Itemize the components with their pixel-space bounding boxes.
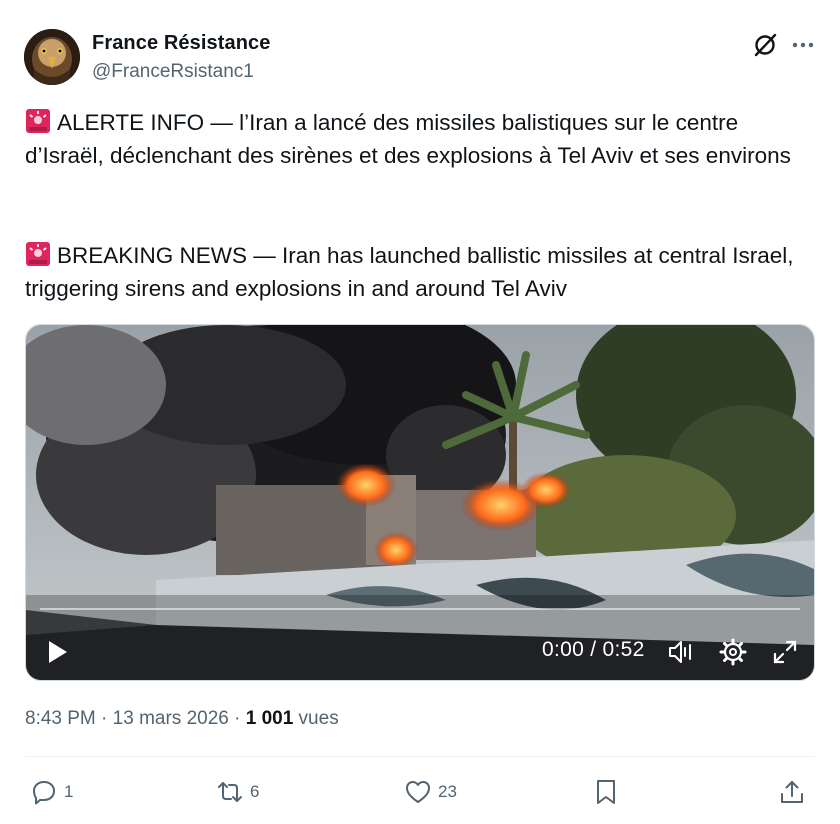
author-handle[interactable]: @FranceRsistanc1: [92, 61, 254, 83]
meta-separator: ·: [228, 708, 246, 729]
bookmark-icon: [597, 780, 615, 804]
post-text-french: ALERTE INFO — l’Iran a lancé des missile…: [25, 106, 815, 172]
post-paragraph-2: BREAKING NEWS — Iran has launched ballis…: [25, 243, 794, 301]
post-paragraph-1: ALERTE INFO — l’Iran a lancé des missile…: [25, 110, 791, 168]
like-count: 23: [438, 782, 457, 801]
settings-button[interactable]: [718, 637, 748, 667]
volume-muted-icon: [669, 641, 691, 663]
share-icon: [781, 781, 803, 803]
views-label: vues: [293, 708, 339, 729]
post-date[interactable]: 13 mars 2026: [113, 708, 229, 729]
siren-icon: [26, 109, 50, 133]
post-text-english: BREAKING NEWS — Iran has launched ballis…: [25, 239, 815, 305]
eagle-avatar-icon: [24, 29, 80, 85]
author-name[interactable]: France Résistance: [92, 32, 270, 55]
heart-icon: [406, 781, 430, 803]
fullscreen-button[interactable]: [770, 637, 800, 667]
repost-count: 6: [250, 782, 260, 801]
repost-icon: [218, 782, 242, 802]
repost-button[interactable]: 6: [216, 777, 259, 807]
reply-count: 1: [64, 782, 74, 801]
fullscreen-icon: [773, 640, 797, 664]
video-frame: [26, 325, 814, 680]
like-button[interactable]: 23: [404, 777, 457, 807]
grok-button[interactable]: [750, 30, 780, 60]
siren-icon: [26, 242, 50, 266]
video-player[interactable]: 0:00 / 0:52: [25, 324, 815, 681]
avatar[interactable]: [24, 29, 80, 85]
divider: [25, 756, 815, 757]
post-meta: 8:43 PM · 13 mars 2026 · 1 001 vues: [25, 708, 339, 730]
gear-icon: [719, 638, 747, 666]
views-count: 1 001: [245, 708, 294, 729]
video-time: 0:00 / 0:52: [542, 638, 645, 661]
reply-icon: [33, 781, 55, 805]
more-dots-icon: [792, 42, 814, 48]
more-button[interactable]: [788, 31, 818, 59]
meta-separator: ·: [95, 708, 113, 729]
video-progress-bar[interactable]: [40, 608, 800, 610]
tweet: France Résistance @FranceRsistanc1 ALERT…: [0, 0, 840, 824]
post-time[interactable]: 8:43 PM: [25, 708, 96, 729]
reply-button[interactable]: 1: [30, 777, 73, 807]
volume-button[interactable]: [666, 637, 696, 667]
grok-icon: [754, 33, 777, 57]
play-icon: [49, 641, 67, 663]
share-button[interactable]: [778, 777, 806, 807]
play-button[interactable]: [42, 637, 72, 667]
bookmark-button[interactable]: [592, 777, 620, 807]
